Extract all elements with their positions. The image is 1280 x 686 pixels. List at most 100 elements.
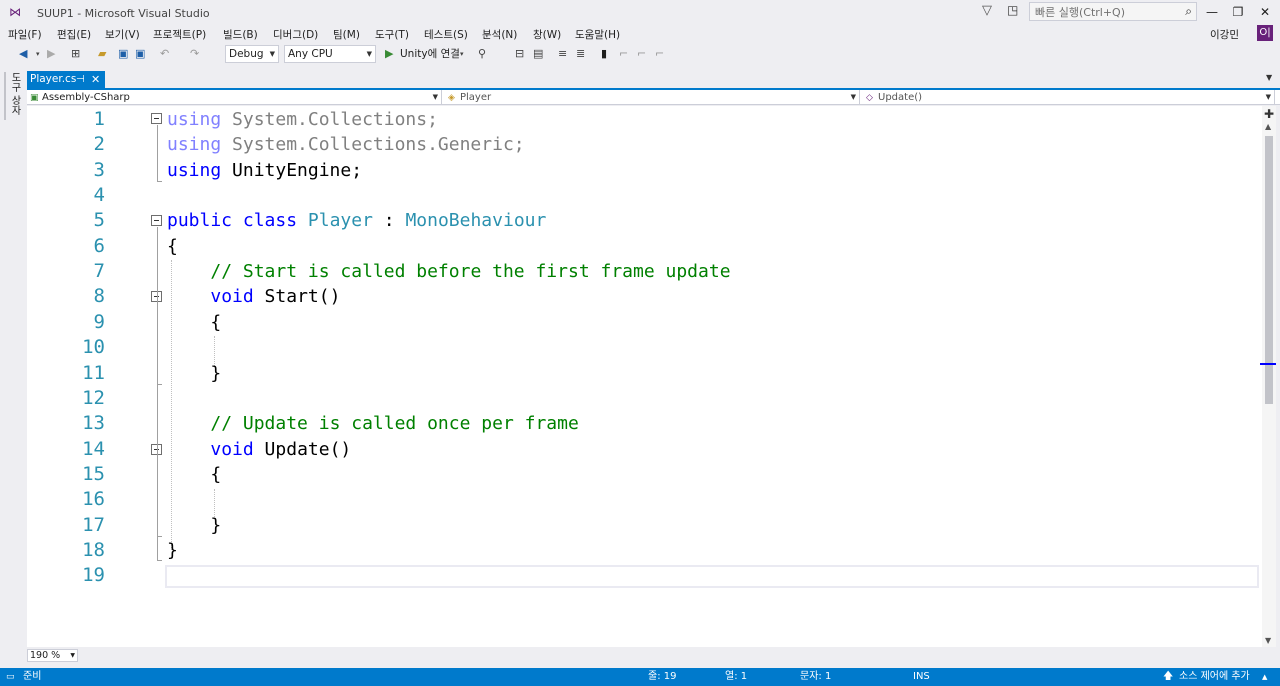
next-bookmark-icon[interactable]: ⌐ [637,47,646,61]
code-line[interactable]: { [167,462,221,487]
filter-icon[interactable]: ▽ [982,3,996,18]
editor-bottom-bar: 190 % ▼ [27,647,1262,664]
code-line[interactable]: } [167,513,221,538]
chevron-down-icon: ▼ [432,93,438,101]
chevron-down-icon: ▼ [1265,93,1271,101]
code-line[interactable]: public class Player : MonoBehaviour [167,208,546,233]
member-dropdown[interactable]: ◇ Update() ▼ [863,90,1275,105]
line-number: 13 [82,412,105,435]
user-name[interactable]: 이강민 [1210,27,1239,42]
tab-player-cs[interactable]: Player.cs ⊣ ✕ [27,71,105,88]
zoom-value: 190 % [30,650,61,661]
code-line[interactable]: void Update() [167,437,351,462]
type-dropdown[interactable]: ◈ Player ▼ [445,90,860,105]
code-token: class [242,210,298,232]
avatar[interactable]: O| [1257,25,1273,41]
bookmark-icon[interactable]: ▮ [601,47,607,61]
run-dropdown-icon[interactable]: ▾ [460,47,464,61]
menu-file[interactable]: 파일(F) [8,27,42,42]
toolbox-side-tab[interactable]: 도구 상자 [0,66,22,666]
current-line-highlight [165,565,1259,588]
search-icon[interactable]: ⌕ [1185,4,1192,19]
zoom-select[interactable]: 190 % ▼ [27,649,78,662]
play-icon[interactable]: ▶ [385,47,393,61]
code-line[interactable]: } [167,538,178,563]
back-dropdown-icon[interactable]: ▾ [36,47,40,61]
menu-project[interactable]: 프로젝트(P) [153,27,206,42]
upload-icon[interactable]: 🡅 [1163,668,1173,686]
collapse-class-icon[interactable] [151,215,162,226]
minimize-button[interactable]: — [1199,2,1225,22]
split-window-icon[interactable]: ✚ [1264,108,1274,120]
code-line[interactable]: using UnityEngine; [167,158,362,183]
uncomment-icon[interactable]: ≣ [576,47,585,61]
solution-explorer-icon[interactable]: ⊟ [515,47,524,61]
status-ready-icon: ▭ [6,672,15,682]
comment-icon[interactable]: ≡ [558,47,567,61]
quick-launch-input[interactable]: 빠른 실행(Ctrl+Q) ⌕ [1029,2,1197,21]
menu-test[interactable]: 테스트(S) [424,27,468,42]
tab-label: Player.cs [30,73,77,85]
chevron-down-icon: ▼ [269,50,275,58]
prev-bookmark-icon[interactable]: ⌐ [619,47,628,61]
code-line[interactable]: using System.Collections.Generic; [167,132,525,157]
solution-platform-select[interactable]: Any CPU ▼ [284,45,376,63]
close-tab-icon[interactable]: ✕ [91,71,100,88]
menu-team[interactable]: 팀(M) [333,27,360,42]
project-dropdown[interactable]: ▣ Assembly-CSharp ▼ [27,90,442,105]
menu-build[interactable]: 빌드(B) [223,27,258,42]
code-line[interactable]: // Start is called before the first fram… [167,259,730,284]
menu-help[interactable]: 도움말(H) [575,27,620,42]
properties-icon[interactable]: ▤ [533,47,543,61]
menu-window[interactable]: 창(W) [533,27,561,42]
outline-guide [157,125,158,181]
vertical-scrollbar[interactable]: ✚ ▲ ▼ [1260,106,1276,647]
close-button[interactable]: ✕ [1252,2,1278,22]
find-in-files-icon[interactable]: ⚲ [478,47,486,61]
code-line[interactable]: using System.Collections; [167,107,438,132]
scroll-down-icon[interactable]: ▼ [1265,636,1271,645]
menu-tools[interactable]: 도구(T) [375,27,409,42]
line-number: 5 [93,209,105,232]
restore-button[interactable]: ❐ [1225,2,1251,22]
save-icon[interactable]: ▣ [118,47,128,61]
menu-edit[interactable]: 편집(E) [57,27,91,42]
redo-icon[interactable]: ↷ [190,47,199,61]
forward-icon[interactable]: ▶ [47,47,55,61]
line-number: 17 [82,513,105,536]
new-project-icon[interactable]: ⊞ [71,47,80,61]
clear-bookmarks-icon[interactable]: ⌐ [655,47,664,61]
code-line[interactable]: void Start() [167,284,340,309]
code-line[interactable]: { [167,234,178,259]
menu-view[interactable]: 보기(V) [105,27,140,42]
collapse-using-icon[interactable] [151,113,162,124]
status-line: 줄: 19 [648,671,677,682]
menu-debug[interactable]: 디버그(D) [273,27,318,42]
code-line[interactable]: { [167,310,221,335]
scroll-up-icon[interactable]: ▲ [1265,122,1271,131]
attach-unity-button[interactable]: Unity에 연결 [400,47,460,61]
menu-analyze[interactable]: 분석(N) [482,27,517,42]
pin-icon[interactable]: ⊣ [76,71,85,88]
tab-overflow-icon[interactable]: ▼ [1266,73,1272,82]
solution-configuration-select[interactable]: Debug ▼ [225,45,279,63]
undo-icon[interactable]: ↶ [160,47,169,61]
save-all-icon[interactable]: ▣ [135,47,145,61]
code-token: Start() [253,286,341,308]
outline-guide [157,536,162,537]
code-editor[interactable]: 1 2 3 4 5 6 7 8 9 10 11 12 13 14 15 16 17 18 19 using Syst… [27,106,1262,647]
code-token: { [167,463,222,485]
source-control-dropdown-icon[interactable]: ▲ [1262,668,1267,686]
solution-configuration-value: Debug [229,48,264,60]
code-line[interactable]: // Update is called once per frame [167,411,578,436]
open-file-icon[interactable]: ▰ [98,47,106,61]
feedback-icon[interactable]: ◳ [1007,3,1021,17]
back-icon[interactable]: ◀ [19,47,27,61]
chevron-down-icon: ▼ [70,652,75,659]
code-line[interactable]: } [167,361,221,386]
add-to-source-control-button[interactable]: 소스 제어에 추가 [1179,668,1250,686]
line-number: 16 [82,488,105,511]
